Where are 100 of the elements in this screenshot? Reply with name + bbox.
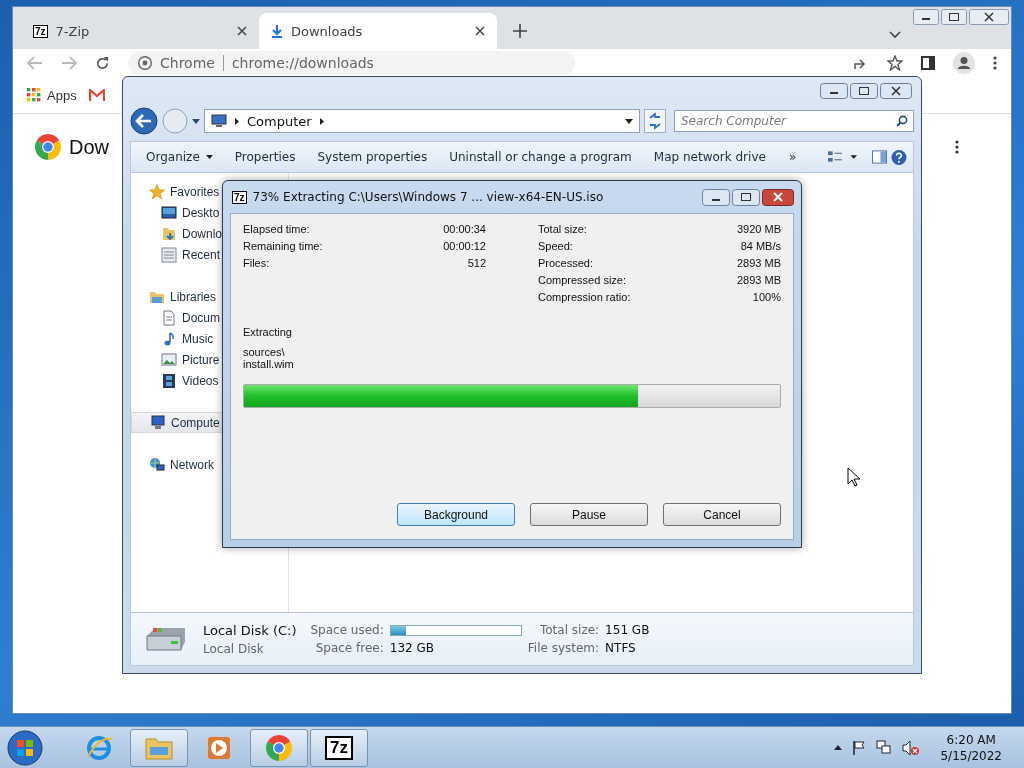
caret-icon: [205, 155, 213, 159]
app-logo: 7z: [232, 190, 247, 204]
toolbar-item[interactable]: Map network drive: [644, 150, 775, 164]
stat-label: Processed:: [538, 257, 595, 269]
close-icon[interactable]: [237, 26, 247, 36]
star-icon: [149, 183, 165, 200]
toolbar-item[interactable]: Uninstall or change a program: [440, 150, 641, 164]
film-icon: [161, 372, 177, 389]
toolbar-item[interactable]: System properties: [308, 150, 437, 164]
flag-icon[interactable]: [852, 740, 867, 755]
chevron-down-icon[interactable]: [889, 31, 901, 39]
stat-value: 2893 MB: [736, 274, 781, 286]
taskbar-button[interactable]: [130, 728, 188, 767]
bookmark[interactable]: Apps: [27, 87, 77, 103]
taskbar-button[interactable]: 7z: [310, 728, 368, 767]
file-path: install.wim: [243, 358, 295, 370]
stat-value: 100%: [751, 291, 781, 303]
new-tab-icon[interactable]: [513, 24, 527, 38]
toolbar-item[interactable]: Organize: [137, 150, 222, 164]
network-icon[interactable]: [876, 740, 893, 755]
refresh-icon[interactable]: [644, 109, 666, 133]
reload-icon[interactable]: [95, 55, 110, 71]
clock-date[interactable]: 5/15/2022: [940, 748, 1002, 763]
dialog-title: 73% Extracting C:\Users\Windows 7 ... view-x64-EN-US.iso: [252, 190, 605, 204]
back-button-icon[interactable]: [130, 107, 158, 135]
chevron-icon[interactable]: [319, 117, 324, 125]
view-options-icon[interactable]: [828, 150, 859, 164]
close-icon[interactable]: [969, 9, 1009, 25]
close-icon[interactable]: [475, 26, 485, 36]
download-icon: [271, 24, 283, 38]
stat-label: Remaining time:: [243, 240, 324, 252]
clock-time[interactable]: 6:20 AM: [946, 732, 996, 747]
chrome-icon: [264, 732, 294, 763]
image-icon: [161, 351, 177, 368]
preview-pane-icon[interactable]: [872, 150, 888, 164]
drive-name: Local Disk (C:): [203, 622, 297, 638]
maximize-icon[interactable]: [732, 188, 760, 206]
chevron-icon: [235, 117, 239, 125]
address-field[interactable]: Computer: [204, 109, 640, 133]
profile-icon[interactable]: [953, 52, 975, 74]
window-icon: [161, 246, 177, 263]
dialog-button[interactable]: Cancel: [663, 503, 781, 526]
toolbar-item[interactable]: Properties: [225, 150, 305, 164]
folder-icon: [161, 225, 177, 242]
search-icon: [896, 115, 908, 127]
help-icon[interactable]: [891, 148, 907, 166]
network-icon: [149, 456, 165, 473]
search-field[interactable]: Search Computer: [674, 110, 914, 132]
minimize-icon[interactable]: [913, 9, 939, 25]
dialog-button[interactable]: Pause: [530, 503, 648, 526]
file-system-value: NTFS: [605, 641, 637, 655]
more-icon[interactable]: [955, 140, 959, 154]
drive-type: Local Disk: [203, 641, 265, 656]
space-free-label: Space free:: [314, 641, 384, 655]
stat-label: Compressed size:: [538, 274, 628, 286]
total-size-value: 151 GB: [605, 623, 650, 637]
apps-grid-icon: [27, 88, 41, 102]
minimize-icon[interactable]: [702, 188, 730, 206]
file-system-label: File system:: [527, 641, 600, 655]
browser-tab[interactable]: Downloads: [259, 13, 497, 49]
maximize-icon[interactable]: [850, 83, 878, 99]
mouse-pointer-icon: [847, 467, 861, 487]
mail-icon[interactable]: [88, 89, 105, 101]
close-icon[interactable]: [762, 188, 794, 206]
start-button[interactable]: [6, 728, 44, 767]
dialog-button[interactable]: Background: [397, 503, 515, 526]
taskbar-button[interactable]: [250, 728, 308, 767]
chrome-icon: [35, 134, 61, 160]
address-bar[interactable]: Chrome chrome://downloads: [128, 51, 575, 75]
maximize-icon[interactable]: [941, 9, 967, 25]
side-panel-icon[interactable]: [921, 56, 935, 70]
stat-value: 3920 MB: [736, 223, 781, 235]
total-size-label: Total size:: [538, 623, 600, 637]
browser-tab[interactable]: 7z 7-Zip: [21, 13, 259, 49]
minimize-icon[interactable]: [820, 83, 848, 99]
stat-value: 84 MB/s: [739, 240, 781, 252]
close-icon[interactable]: [880, 83, 912, 99]
document-icon: [161, 309, 177, 326]
status-text: Extracting: [243, 326, 293, 338]
star-icon[interactable]: [887, 55, 903, 71]
stat-value: 512: [466, 257, 486, 269]
stat-value: 00:00:34: [443, 223, 486, 235]
stat-label: Speed:: [538, 240, 574, 252]
stat-label: Files:: [243, 257, 271, 269]
space-used-label: Space used:: [310, 623, 384, 637]
caret-icon[interactable]: [192, 118, 200, 124]
stat-value: 00:00:12: [443, 240, 486, 252]
overflow-button[interactable]: »: [778, 150, 807, 164]
dropdown-icon[interactable]: [625, 118, 633, 124]
chrome-icon: [138, 56, 152, 70]
file-path: sources\: [243, 346, 286, 358]
speaker-muted-icon[interactable]: [902, 739, 921, 756]
show-hidden-icons[interactable]: [834, 745, 843, 750]
page-heading: Dow: [69, 135, 109, 159]
menu-icon[interactable]: [993, 56, 997, 70]
computer-icon: [150, 414, 166, 431]
space-free-value: 132 GB: [389, 641, 436, 655]
stat-label: Elapsed time:: [243, 223, 311, 235]
stat-label: Compression ratio:: [538, 291, 632, 303]
breadcrumb-item[interactable]: Computer: [247, 113, 312, 129]
